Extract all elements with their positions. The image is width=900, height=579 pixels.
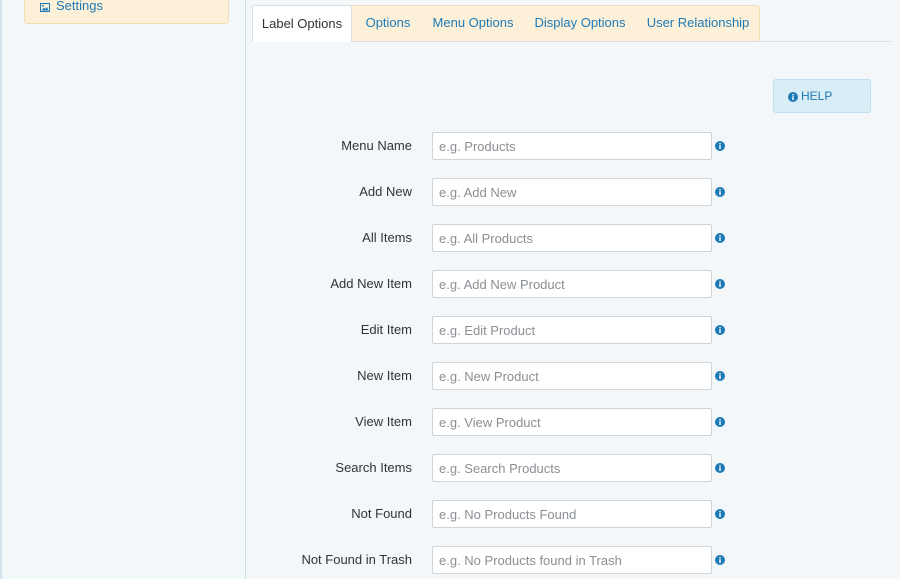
form-row: Not Found in Trash — [247, 546, 900, 574]
info-icon[interactable] — [715, 507, 725, 519]
tab-label-options[interactable]: Label Options — [252, 5, 352, 42]
field-label: Add New — [359, 184, 412, 199]
tab-menu-options[interactable]: Menu Options — [428, 5, 518, 41]
info-icon[interactable] — [715, 139, 725, 151]
field-label: Not Found in Trash — [301, 552, 412, 567]
info-icon[interactable] — [715, 369, 725, 381]
form-row: Add New — [247, 178, 900, 206]
field-label: New Item — [357, 368, 412, 383]
field-label: View Item — [355, 414, 412, 429]
info-icon[interactable] — [715, 461, 725, 473]
form-row: View Item — [247, 408, 900, 436]
tab-bar: Label Options Options Menu Options Displ… — [252, 5, 891, 42]
tab-user-relationship[interactable]: User Relationship — [640, 5, 756, 41]
text-field[interactable] — [432, 270, 712, 298]
text-field[interactable] — [432, 408, 712, 436]
field-label: All Items — [362, 230, 412, 245]
text-field[interactable] — [432, 132, 712, 160]
form-row: All Items — [247, 224, 900, 252]
info-icon[interactable] — [715, 277, 725, 289]
field-label: Not Found — [351, 506, 412, 521]
text-field[interactable] — [432, 546, 712, 574]
info-circle-icon — [788, 91, 798, 105]
text-field[interactable] — [432, 178, 712, 206]
tab-options[interactable]: Options — [356, 5, 420, 41]
sidebar-item-settings[interactable]: Settings — [24, 0, 229, 24]
text-field[interactable] — [432, 362, 712, 390]
image-icon — [40, 0, 50, 12]
text-field[interactable] — [432, 454, 712, 482]
field-label: Add New Item — [330, 276, 412, 291]
info-icon[interactable] — [715, 185, 725, 197]
form-row: Search Items — [247, 454, 900, 482]
help-label: HELP — [801, 89, 833, 103]
field-label: Search Items — [335, 460, 412, 475]
form-row: Menu Name — [247, 132, 900, 160]
info-icon[interactable] — [715, 415, 725, 427]
main-panel: Label Options Options Menu Options Displ… — [247, 0, 900, 579]
help-button[interactable]: HELP — [773, 79, 871, 113]
text-field[interactable] — [432, 316, 712, 344]
text-field[interactable] — [432, 500, 712, 528]
form-row: New Item — [247, 362, 900, 390]
info-icon[interactable] — [715, 323, 725, 335]
info-icon[interactable] — [715, 553, 725, 565]
form-row: Not Found — [247, 500, 900, 528]
form-row: Add New Item — [247, 270, 900, 298]
form-row: Edit Item — [247, 316, 900, 344]
field-label: Edit Item — [360, 322, 412, 337]
sidebar: Settings — [0, 0, 246, 579]
sidebar-item-label: Settings — [56, 0, 103, 13]
text-field[interactable] — [432, 224, 712, 252]
tab-display-options[interactable]: Display Options — [530, 5, 630, 41]
field-label: Menu Name — [341, 138, 412, 153]
info-icon[interactable] — [715, 231, 725, 243]
